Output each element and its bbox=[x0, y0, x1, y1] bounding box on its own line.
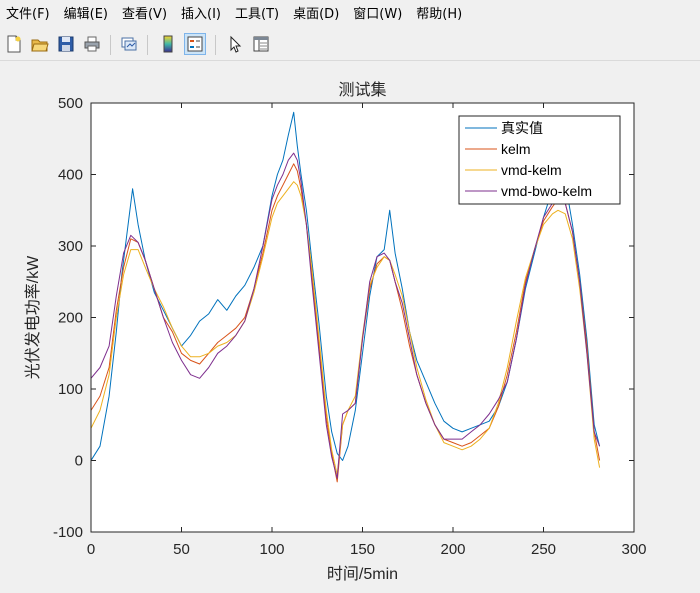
chart-title: 测试集 bbox=[338, 81, 386, 99]
y-tick-label: 400 bbox=[58, 167, 83, 184]
line-chart[interactable]: 0 50 100 150 200 250 300-1000100200300400500测试… bbox=[0, 61, 700, 589]
menu-item[interactable]: 编辑(E) bbox=[57, 0, 115, 30]
legend-label: vmd-kelm bbox=[501, 162, 562, 178]
x-axis-label: 时间/5min bbox=[327, 565, 398, 583]
figure-canvas: 0 50 100 150 200 250 300 -100 0 100 200 300 400 500 测试… bbox=[0, 61, 700, 589]
property-editor-icon[interactable] bbox=[250, 33, 272, 55]
legend-label: vmd-bwo-kelm bbox=[501, 183, 592, 199]
x-tick-label: 100 bbox=[259, 541, 284, 558]
x-tick-label: 150 bbox=[350, 541, 375, 558]
y-tick-label: 300 bbox=[58, 238, 83, 255]
x-tick-label: 200 bbox=[440, 541, 465, 558]
legend-icon[interactable] bbox=[184, 33, 206, 55]
menu-item[interactable]: 插入(I) bbox=[174, 0, 228, 30]
menu-bar: 文件(F) 编辑(E) 查看(V) 插入(I) 工具(T) 桌面(D) 窗口(W) 帮助(H) bbox=[0, 0, 700, 30]
y-tick-label: 100 bbox=[58, 381, 83, 398]
y-tick-label: -100 bbox=[53, 524, 83, 541]
print-icon[interactable] bbox=[81, 33, 103, 55]
y-tick-label: 0 bbox=[75, 453, 83, 470]
legend[interactable]: 真实值 kelm vmd-kelm vmd-bwo-kelm bbox=[458, 115, 621, 205]
link-plot-icon[interactable] bbox=[118, 33, 140, 55]
menu-item[interactable]: 桌面(D) bbox=[286, 0, 346, 30]
legend-label: kelm bbox=[501, 141, 531, 157]
pointer-icon[interactable] bbox=[224, 33, 246, 55]
menu-item[interactable]: 帮助(H) bbox=[409, 0, 469, 30]
toolbar-separator bbox=[147, 35, 148, 55]
toolbar bbox=[0, 30, 700, 61]
menu-item[interactable]: 窗口(W) bbox=[346, 0, 409, 30]
toolbar-separator bbox=[215, 35, 216, 55]
y-tick-label: 500 bbox=[58, 95, 83, 112]
open-file-icon[interactable] bbox=[29, 33, 51, 55]
menu-item[interactable]: 文件(F) bbox=[0, 0, 57, 30]
legend-label: 真实值 bbox=[501, 120, 543, 136]
new-figure-icon[interactable] bbox=[3, 33, 25, 55]
menu-item[interactable]: 工具(T) bbox=[228, 0, 286, 30]
menu-item[interactable]: 查看(V) bbox=[115, 0, 174, 30]
colorbar-icon[interactable] bbox=[157, 33, 179, 55]
x-tick-label: 50 bbox=[173, 541, 190, 558]
x-tick-label: 300 bbox=[621, 541, 646, 558]
y-axis-label: 光伏发电功率/kW bbox=[24, 255, 42, 379]
save-icon[interactable] bbox=[55, 33, 77, 55]
toolbar-separator bbox=[110, 35, 111, 55]
y-tick-label: 200 bbox=[58, 310, 83, 327]
x-tick-label: 0 bbox=[87, 541, 95, 558]
x-tick-label: 250 bbox=[531, 541, 556, 558]
